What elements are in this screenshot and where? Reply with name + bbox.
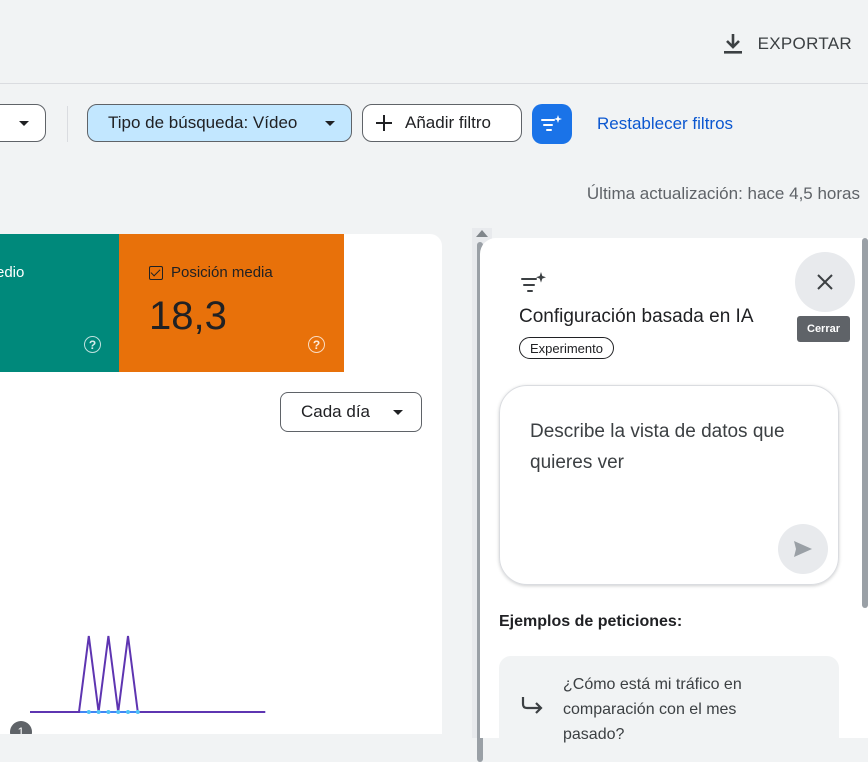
experiment-badge: Experimento [519, 337, 614, 359]
export-button[interactable]: EXPORTAR [722, 28, 852, 60]
scroll-up-arrow-icon[interactable] [476, 230, 488, 237]
sparkle-filter-icon [521, 272, 546, 292]
chevron-down-icon [325, 121, 335, 126]
granularity-select[interactable]: Cada día [280, 392, 422, 432]
chart-point [126, 710, 130, 714]
performance-card: edio ? Posición media 18,3 ? Cada día 1 [0, 234, 442, 734]
top-bar: EXPORTAR [0, 0, 868, 84]
ai-config-panel: Configuración basada en IA Experimento C… [480, 238, 868, 756]
add-filter-label: Añadir filtro [405, 113, 491, 132]
performance-chart [30, 635, 266, 714]
chevron-down-icon [19, 120, 29, 126]
download-icon [723, 34, 742, 54]
close-tooltip: Cerrar [797, 316, 851, 342]
prompt-placeholder: Describe la vista de datos que quieres v… [530, 421, 785, 473]
close-button[interactable] [795, 252, 855, 312]
reset-filters-link[interactable]: Restablecer filtros [597, 114, 733, 134]
chart-point [116, 710, 121, 714]
metric-position-value: 18,3 [149, 294, 227, 338]
example-prompt-text: ¿Cómo está mi tráfico en comparación con… [563, 676, 742, 743]
plus-icon [376, 115, 392, 131]
filter-divider [67, 106, 68, 142]
example-prompt-card[interactable]: ¿Cómo está mi tráfico en comparación con… [499, 656, 839, 756]
panel-title: Configuración basada en IA [519, 306, 754, 327]
granularity-label: Cada día [301, 402, 370, 421]
search-type-label: Tipo de búsqueda: Vídeo [108, 113, 298, 132]
help-icon[interactable]: ? [308, 336, 325, 353]
chart-point [106, 710, 111, 714]
metric-position-header: Posición media [149, 264, 273, 281]
chart-point [96, 710, 101, 714]
last-update-text: Última actualización: hace 4,5 horas [586, 184, 860, 203]
chart-point [86, 710, 91, 714]
filter-bar: Tipo de búsqueda: Vídeo Añadir filtro Re… [0, 100, 868, 148]
sparkle-filter-icon [541, 115, 562, 131]
export-label: EXPORTAR [757, 34, 852, 53]
close-icon [817, 274, 833, 290]
examples-title: Ejemplos de peticiones: [499, 613, 683, 630]
chart-point [135, 710, 140, 714]
metric-card-ctr[interactable]: edio ? [0, 234, 119, 372]
send-icon [794, 541, 812, 557]
return-arrow-icon [521, 697, 543, 714]
checkbox-icon[interactable] [149, 265, 163, 280]
metric-ctr-label: edio [0, 264, 25, 281]
add-filter-button[interactable]: Añadir filtro [362, 104, 522, 142]
prompt-input[interactable]: Describe la vista de datos que quieres v… [499, 385, 839, 585]
chevron-down-icon [393, 410, 403, 415]
search-type-filter-chip[interactable]: Tipo de búsqueda: Vídeo [87, 104, 352, 142]
metric-position-label: Posición media [171, 264, 273, 281]
help-icon[interactable]: ? [84, 336, 101, 353]
metric-card-position[interactable]: Posición media 18,3 ? [119, 234, 344, 372]
date-filter-chip[interactable] [0, 104, 46, 142]
page-scrollbar-thumb[interactable] [862, 238, 868, 608]
chart-series-line [30, 635, 266, 713]
ai-config-button[interactable] [532, 104, 572, 144]
send-button[interactable] [778, 524, 828, 574]
